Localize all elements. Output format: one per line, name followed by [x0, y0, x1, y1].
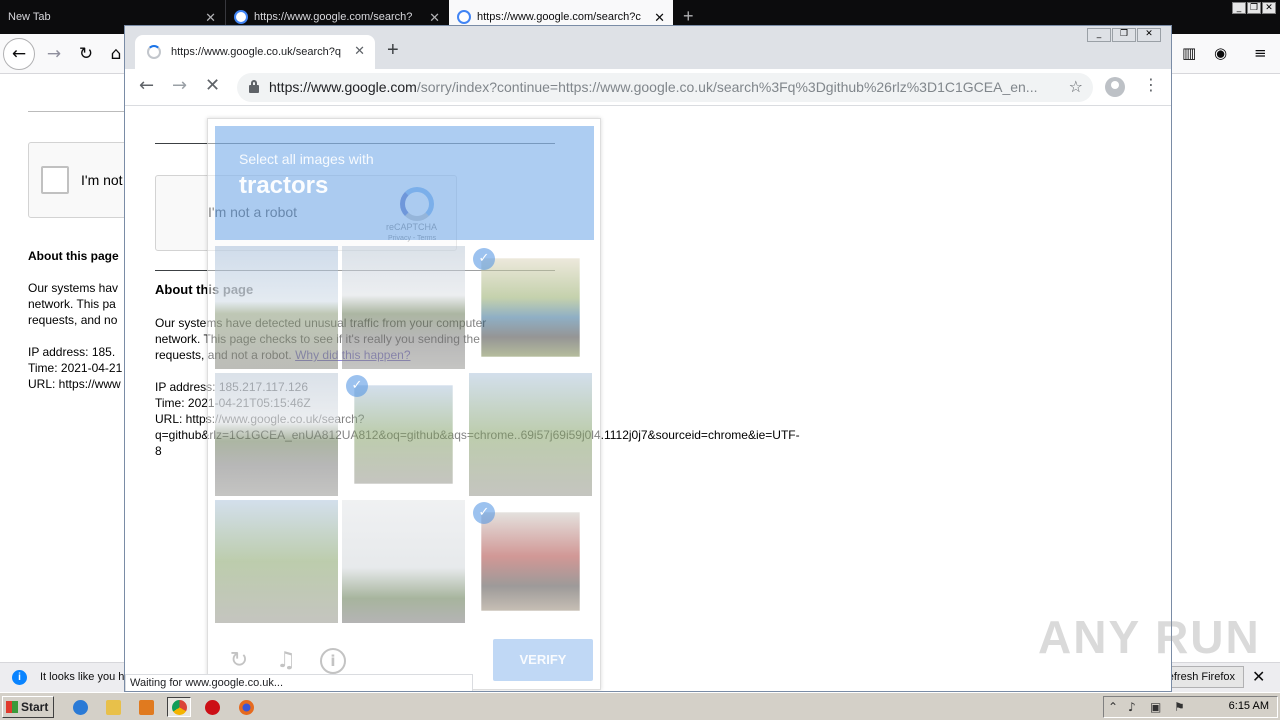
- time-line: Time: 2021-04-21: [28, 361, 123, 375]
- challenge-tile[interactable]: [342, 500, 465, 623]
- action-center-flag-icon[interactable]: ⚑: [1174, 700, 1185, 714]
- google-favicon-icon: [457, 10, 471, 24]
- chrome-window-controls: _ ❐ ✕: [1087, 28, 1161, 42]
- challenge-tile[interactable]: [215, 500, 338, 623]
- challenge-tile-selected[interactable]: [481, 512, 580, 611]
- close-icon[interactable]: ✕: [354, 43, 365, 59]
- forward-arrow-icon[interactable]: →: [38, 38, 70, 70]
- tab-title: New Tab: [8, 11, 51, 23]
- kebab-menu-icon[interactable]: ⋮: [1143, 75, 1159, 94]
- loading-spinner-icon: [147, 45, 161, 59]
- account-icon[interactable]: ◉: [1214, 44, 1227, 62]
- clock[interactable]: 6:15 AM: [1229, 700, 1269, 712]
- info-icon: i: [12, 670, 27, 685]
- start-button[interactable]: Start: [2, 696, 54, 718]
- challenge-target: tractors: [239, 172, 329, 199]
- recaptcha-challenge: Select all images with tractors ✓ ✓ ✓ ↻ …: [207, 118, 601, 690]
- challenge-header: Select all images with tractors: [215, 126, 594, 240]
- show-hidden-icons-icon[interactable]: ⌃: [1108, 700, 1118, 714]
- tab-title: https://www.google.com/search?c: [477, 11, 641, 23]
- close-icon[interactable]: ✕: [1252, 667, 1265, 687]
- challenge-tile[interactable]: [469, 373, 592, 496]
- minimize-icon[interactable]: _: [1232, 2, 1246, 14]
- chrome-tab-active[interactable]: https://www.google.co.uk/search?q ✕: [135, 35, 375, 69]
- anyrun-watermark: ANY RUN: [1038, 611, 1261, 663]
- start-label: Start: [21, 700, 49, 714]
- close-icon[interactable]: ✕: [429, 10, 440, 26]
- url-line: URL: https://www: [28, 377, 121, 391]
- close-icon[interactable]: ✕: [1262, 2, 1276, 14]
- refresh-firefox-button[interactable]: Refresh Firefox...: [1166, 666, 1244, 688]
- checkmark-icon: ✓: [346, 375, 368, 397]
- google-favicon-icon: [234, 10, 248, 24]
- network-icon[interactable]: ▣: [1150, 700, 1161, 714]
- notification-message: It looks like you h: [40, 671, 125, 683]
- chrome-tab-strip: https://www.google.co.uk/search?q ✕ + _ …: [125, 26, 1171, 69]
- verify-button[interactable]: VERIFY: [493, 639, 593, 681]
- tab-title: https://www.google.co.uk/search?q: [171, 46, 341, 58]
- firefox-window-controls: _ ❐ ✕: [1232, 2, 1276, 14]
- file-explorer-icon[interactable]: [101, 697, 125, 717]
- about-heading: About this page: [28, 249, 119, 263]
- volume-icon[interactable]: ♪: [1128, 700, 1136, 714]
- checkmark-icon: ✓: [473, 502, 495, 524]
- body-line: requests, and no: [28, 313, 118, 327]
- new-tab-icon[interactable]: +: [683, 6, 694, 27]
- restore-icon[interactable]: ❐: [1247, 2, 1261, 14]
- url-path: /sorry/index?continue=https://www.google…: [416, 79, 1038, 95]
- recaptcha-label: I'm not: [81, 172, 123, 188]
- challenge-tile[interactable]: [215, 246, 338, 369]
- body-line: network. This pa: [28, 297, 116, 311]
- media-player-icon[interactable]: [134, 697, 158, 717]
- close-icon[interactable]: ✕: [205, 10, 216, 26]
- hamburger-menu-icon[interactable]: ≡: [1254, 44, 1267, 62]
- system-tray: ⌃ ♪ ▣ ⚑ 6:15 AM: [1103, 696, 1278, 718]
- windows-taskbar: Start ⌃ ♪ ▣ ⚑ 6:15 AM: [0, 692, 1280, 720]
- challenge-tile[interactable]: [215, 373, 338, 496]
- profile-avatar-icon[interactable]: [1105, 77, 1125, 97]
- address-url[interactable]: https://www.google.com/sorry/index?conti…: [269, 79, 1053, 95]
- new-tab-icon[interactable]: +: [387, 39, 399, 62]
- opera-icon[interactable]: [200, 697, 224, 717]
- firefox-taskbar-icon[interactable]: [234, 697, 258, 717]
- checkmark-icon: ✓: [473, 248, 495, 270]
- forward-arrow-icon[interactable]: →: [172, 75, 187, 96]
- recaptcha-checkbox[interactable]: [41, 166, 69, 194]
- chrome-window: https://www.google.co.uk/search?q ✕ + _ …: [124, 25, 1172, 692]
- recaptcha-widget: I'm not: [28, 142, 125, 218]
- close-icon[interactable]: ✕: [1137, 28, 1161, 42]
- restore-icon[interactable]: ❐: [1112, 28, 1136, 42]
- challenge-tile[interactable]: [342, 246, 465, 369]
- internet-explorer-icon[interactable]: [68, 697, 92, 717]
- divider: [28, 111, 125, 112]
- bookmark-star-icon[interactable]: ☆: [1069, 77, 1083, 96]
- reload-challenge-icon[interactable]: ↻: [226, 648, 252, 674]
- back-arrow-icon[interactable]: ←: [139, 75, 154, 96]
- address-bar[interactable]: https://www.google.com/sorry/index?conti…: [237, 73, 1093, 102]
- body-line: Our systems hav: [28, 281, 119, 295]
- sidebar-icon[interactable]: ▥: [1182, 44, 1196, 62]
- url-host: https://www.google.com: [269, 79, 417, 95]
- url-line: 8: [155, 444, 162, 458]
- challenge-tile-selected[interactable]: [481, 258, 580, 357]
- reload-icon[interactable]: ↻: [70, 38, 102, 70]
- audio-challenge-icon[interactable]: ♫: [273, 648, 299, 674]
- close-icon[interactable]: ✕: [654, 10, 665, 26]
- status-bubble: Waiting for www.google.co.uk...: [125, 674, 473, 691]
- minimize-icon[interactable]: _: [1087, 28, 1111, 42]
- challenge-instruction: Select all images with: [239, 151, 374, 167]
- help-info-icon[interactable]: i: [320, 648, 346, 674]
- windows-logo-icon: [6, 701, 18, 713]
- ip-line: IP address: 185.: [28, 345, 116, 359]
- tab-title: https://www.google.com/search?: [254, 11, 413, 23]
- stop-loading-icon[interactable]: ✕: [205, 75, 220, 96]
- lock-icon[interactable]: [249, 80, 259, 93]
- chrome-toolbar: ← → ✕ https://www.google.com/sorry/index…: [125, 69, 1171, 106]
- challenge-tile-selected[interactable]: [354, 385, 453, 484]
- firefox-page-content: I'm not About this page Our systems hav …: [0, 75, 125, 660]
- back-arrow-icon[interactable]: ←: [3, 38, 35, 70]
- chrome-taskbar-icon[interactable]: [167, 697, 191, 717]
- chrome-page-content: I'm not a robot reCAPTCHA Privacy - Term…: [125, 107, 1171, 691]
